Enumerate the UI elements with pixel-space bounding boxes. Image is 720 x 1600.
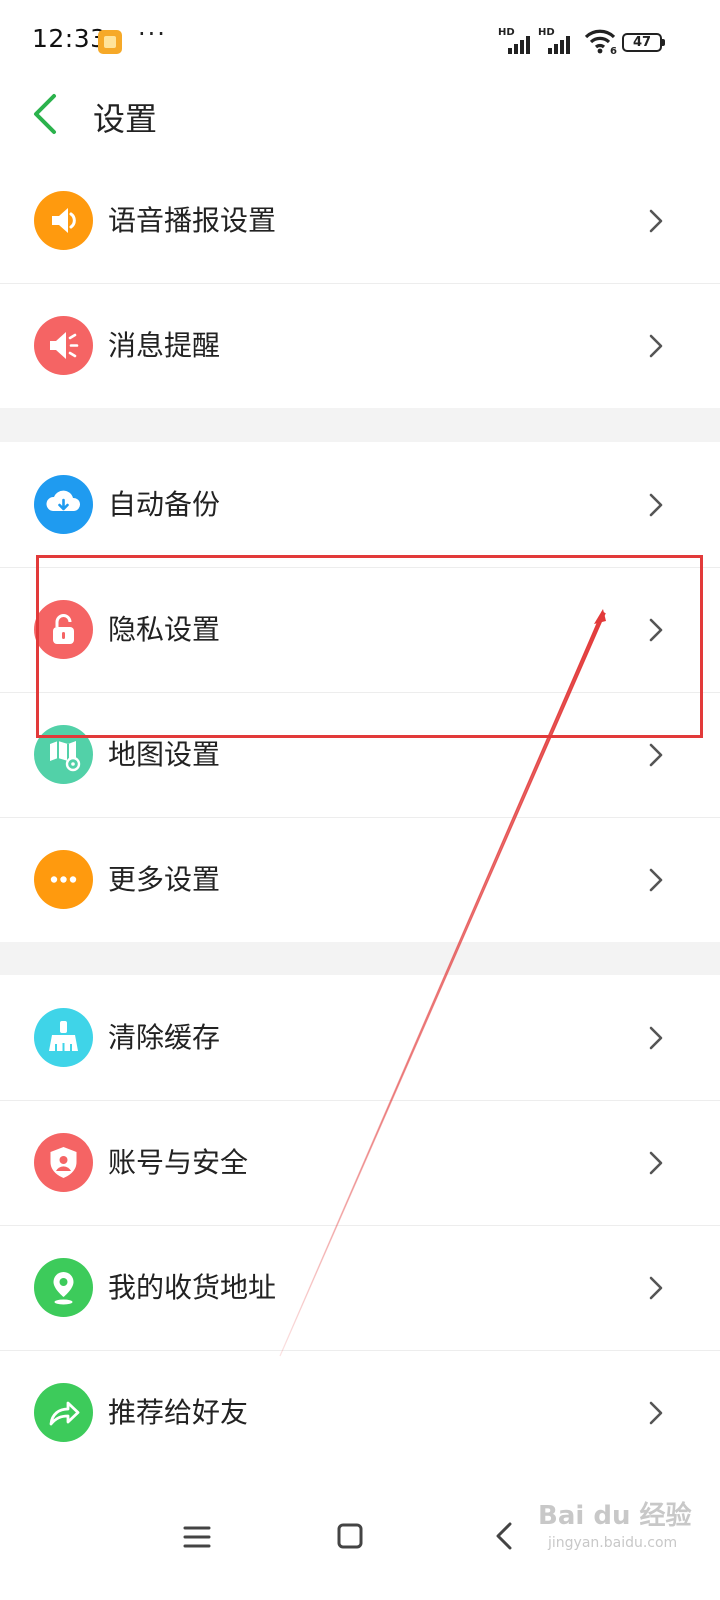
settings-item-label: 消息提醒 xyxy=(108,329,221,362)
cloud-download-icon xyxy=(34,475,93,534)
map-gear-icon xyxy=(34,725,93,784)
chevron-right-icon xyxy=(649,334,663,358)
cellular-signal-2-icon: HD xyxy=(538,27,576,54)
settings-section-3: 清除缓存 账号与安全 我的收货地址 推荐给好友 xyxy=(0,975,720,1475)
settings-item-label: 语音播报设置 xyxy=(108,204,277,237)
settings-item-account-security[interactable]: 账号与安全 xyxy=(0,1100,720,1225)
share-arrow-icon xyxy=(34,1383,93,1442)
speaker-icon xyxy=(34,191,93,250)
settings-item-label: 自动备份 xyxy=(108,488,221,521)
chevron-right-icon xyxy=(649,868,663,892)
settings-item-label: 更多设置 xyxy=(108,863,221,896)
shield-user-icon xyxy=(34,1133,93,1192)
settings-item-recommend-friend[interactable]: 推荐给好友 xyxy=(0,1350,720,1475)
more-icon xyxy=(34,850,93,909)
chevron-right-icon xyxy=(649,1276,663,1300)
chevron-right-icon xyxy=(649,743,663,767)
settings-item-more[interactable]: 更多设置 xyxy=(0,817,720,942)
megaphone-icon xyxy=(34,316,93,375)
baidu-watermark-url: jingyan.baidu.com xyxy=(548,1535,678,1551)
broom-icon xyxy=(34,1008,93,1067)
status-bar: 12:33 ··· HD HD 6 47 xyxy=(0,0,720,78)
settings-item-clear-cache[interactable]: 清除缓存 xyxy=(0,975,720,1100)
settings-item-label: 隐私设置 xyxy=(108,613,221,646)
menu-icon[interactable] xyxy=(175,1515,219,1559)
header: 设置 xyxy=(0,78,720,158)
settings-section-1: 语音播报设置 消息提醒 xyxy=(0,158,720,408)
cellular-signal-1-icon: HD xyxy=(498,27,536,54)
signal-2-hd-label: HD xyxy=(538,27,555,38)
chevron-right-icon xyxy=(649,1151,663,1175)
back-triangle-icon[interactable] xyxy=(482,1515,526,1559)
chevron-right-icon xyxy=(649,1401,663,1425)
chevron-right-icon xyxy=(649,1026,663,1050)
chevron-right-icon xyxy=(649,618,663,642)
battery-icon: 47 xyxy=(622,33,665,52)
wifi-badge: 6 xyxy=(610,46,617,54)
more-notifications-icon: ··· xyxy=(138,20,167,48)
settings-item-map[interactable]: 地图设置 xyxy=(0,692,720,817)
wifi-icon: 6 xyxy=(584,29,617,54)
page-title: 设置 xyxy=(93,100,158,138)
settings-item-privacy[interactable]: 隐私设置 xyxy=(0,567,720,692)
settings-item-label: 地图设置 xyxy=(108,738,221,771)
baidu-watermark: Bai du 经验 xyxy=(538,1501,692,1531)
settings-item-label: 清除缓存 xyxy=(108,1021,221,1054)
settings-item-voice-broadcast[interactable]: 语音播报设置 xyxy=(0,158,720,283)
status-time: 12:33 xyxy=(32,24,107,53)
settings-item-shipping-address[interactable]: 我的收货地址 xyxy=(0,1225,720,1350)
location-pin-icon xyxy=(34,1258,93,1317)
notification-app-icon xyxy=(98,30,122,54)
settings-item-label: 账号与安全 xyxy=(108,1146,249,1179)
settings-item-label: 我的收货地址 xyxy=(108,1271,277,1304)
chevron-right-icon xyxy=(649,493,663,517)
home-square-icon[interactable] xyxy=(328,1515,372,1559)
settings-item-label: 推荐给好友 xyxy=(108,1396,249,1429)
chevron-right-icon xyxy=(649,209,663,233)
settings-section-2: 自动备份 隐私设置 地图设置 更多设置 xyxy=(0,442,720,942)
back-button[interactable] xyxy=(26,92,70,136)
settings-item-message-reminder[interactable]: 消息提醒 xyxy=(0,283,720,408)
signal-1-hd-label: HD xyxy=(498,27,515,38)
lock-icon xyxy=(34,600,93,659)
settings-item-auto-backup[interactable]: 自动备份 xyxy=(0,442,720,567)
